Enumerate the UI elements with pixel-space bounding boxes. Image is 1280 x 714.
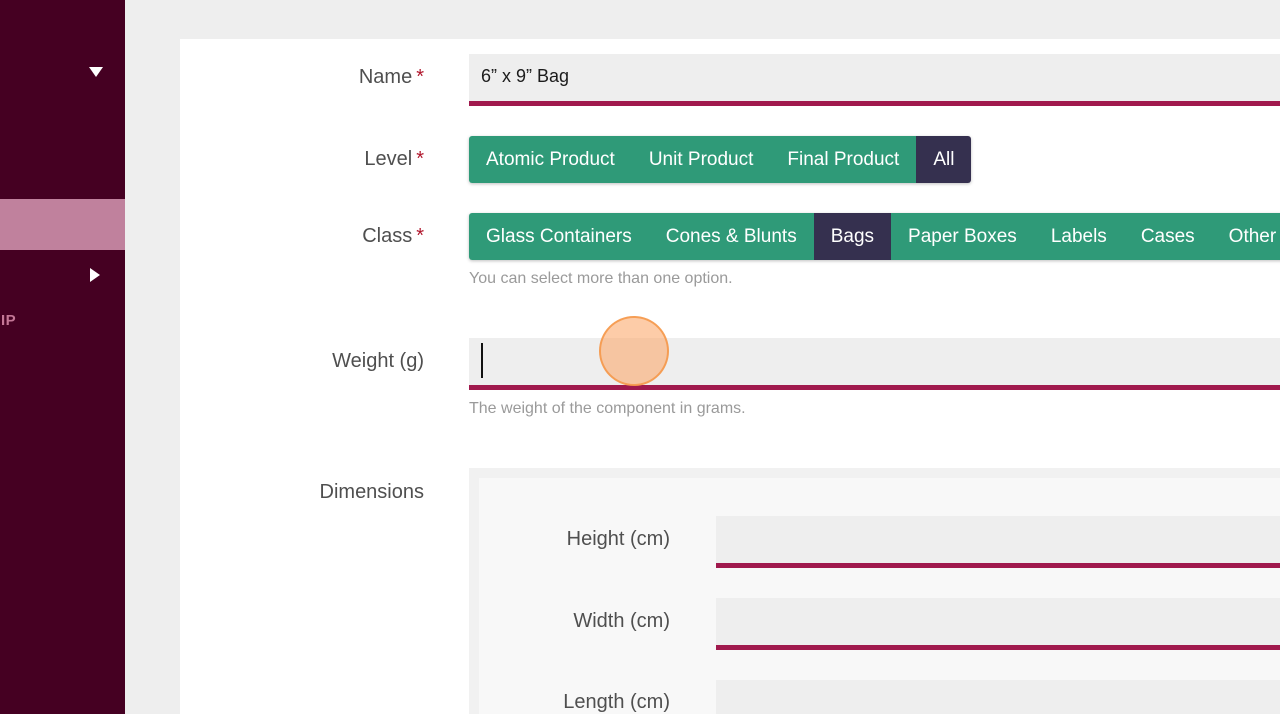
level-label: Level *: [180, 148, 424, 171]
class-option-cones-blunts[interactable]: Cones & Blunts: [648, 213, 814, 260]
class-option-other[interactable]: Other: [1211, 213, 1280, 260]
class-option-glass-containers[interactable]: Glass Containers: [469, 213, 649, 260]
required-mark: *: [416, 66, 424, 88]
required-mark: *: [416, 225, 424, 247]
class-option-paper-boxes[interactable]: Paper Boxes: [891, 213, 1034, 260]
class-label: Class *: [180, 225, 424, 248]
text-caret: [481, 343, 483, 378]
length-input[interactable]: [716, 680, 1280, 714]
weight-label-text: Weight (g): [332, 350, 424, 372]
weight-hint: The weight of the component in grams.: [469, 400, 746, 417]
weight-input[interactable]: [469, 338, 1280, 390]
dimensions-label: Dimensions: [180, 481, 424, 504]
name-label-text: Name: [358, 66, 413, 88]
dimensions-label-text: Dimensions: [319, 481, 424, 503]
name-label: Name *: [180, 66, 424, 89]
class-hint: You can select more than one option.: [469, 270, 733, 287]
weight-label: Weight (g): [180, 350, 424, 373]
width-input[interactable]: [716, 598, 1280, 650]
dimensions-panel-inner: Height (cm) Width (cm) Length (cm): [479, 478, 1280, 714]
class-label-text: Class: [362, 225, 413, 247]
height-input[interactable]: [716, 516, 1280, 568]
level-option-atomic-product[interactable]: Atomic Product: [469, 136, 632, 183]
level-option-all[interactable]: All: [916, 136, 972, 183]
class-option-bags[interactable]: Bags: [813, 213, 892, 260]
level-option-unit-product[interactable]: Unit Product: [631, 136, 771, 183]
caret-right-icon[interactable]: [90, 268, 100, 282]
class-option-cases[interactable]: Cases: [1123, 213, 1212, 260]
level-option-final-product[interactable]: Final Product: [770, 136, 917, 183]
component-form: Name * 6” x 9” Bag Level * Atomic Product …: [180, 39, 1280, 714]
sidebar-item-active[interactable]: [0, 199, 125, 250]
name-input-value: 6” x 9” Bag: [481, 66, 570, 86]
sidebar: IP: [0, 0, 125, 714]
class-option-labels[interactable]: Labels: [1033, 213, 1124, 260]
caret-down-icon[interactable]: [89, 67, 103, 77]
length-label: Length (cm): [563, 691, 670, 713]
dimensions-panel: Height (cm) Width (cm) Length (cm): [469, 468, 1280, 714]
width-label: Width (cm): [573, 610, 670, 632]
class-selector: Glass Containers Cones & Blunts Bags Pap…: [469, 213, 1280, 260]
height-label: Height (cm): [566, 528, 670, 550]
level-label-text: Level: [364, 148, 413, 170]
required-mark: *: [416, 148, 424, 170]
sidebar-item-label[interactable]: IP: [1, 312, 16, 329]
level-selector: Atomic Product Unit Product Final Produc…: [469, 136, 972, 183]
name-input[interactable]: 6” x 9” Bag: [469, 54, 1280, 106]
